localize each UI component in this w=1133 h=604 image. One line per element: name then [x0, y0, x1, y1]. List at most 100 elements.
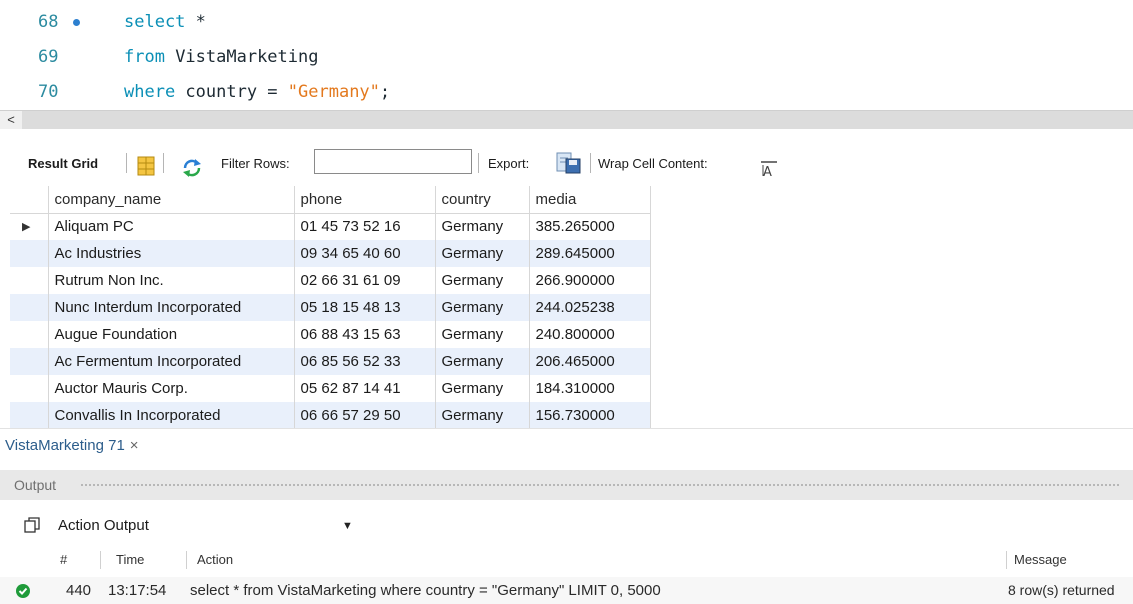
- cell-country[interactable]: Germany: [435, 321, 530, 348]
- result-grid-tab[interactable]: Result Grid: [28, 146, 98, 182]
- cell-company-name[interactable]: Ac Fermentum Incorporated: [48, 348, 295, 375]
- table-row[interactable]: Convallis In Incorporated 06 66 57 29 50…: [10, 402, 651, 429]
- sql-editor[interactable]: 68 select * 69 from VistaMarketing 70 wh…: [0, 0, 1133, 110]
- row-marker: [10, 321, 49, 348]
- cell-phone[interactable]: 01 45 73 52 16: [294, 213, 436, 240]
- row-marker: [10, 294, 49, 321]
- cell-company-name[interactable]: Aliquam PC: [48, 213, 295, 240]
- cell-media[interactable]: 206.465000: [529, 348, 651, 375]
- cell-country[interactable]: Germany: [435, 294, 530, 321]
- column-separator: [100, 551, 101, 569]
- tab-label: VistaMarketing 71: [5, 437, 125, 454]
- cell-phone[interactable]: 05 62 87 14 41: [294, 375, 436, 402]
- success-check-icon: [16, 584, 30, 598]
- export-label: Export:: [488, 156, 530, 171]
- cell-media[interactable]: 385.265000: [529, 213, 651, 240]
- column-header-media[interactable]: media: [529, 186, 651, 214]
- export-icon[interactable]: [556, 151, 582, 175]
- output-type-select[interactable]: Action Output ▼: [58, 514, 353, 538]
- code-line-69[interactable]: 69 from VistaMarketing: [0, 43, 1133, 71]
- copy-icon[interactable]: [24, 517, 40, 533]
- line-number: 68: [38, 12, 59, 32]
- scroll-left-arrow-icon[interactable]: <: [0, 111, 22, 129]
- cell-media[interactable]: 244.025238: [529, 294, 651, 321]
- table-row[interactable]: Auctor Mauris Corp. 05 62 87 14 41 Germa…: [10, 375, 651, 402]
- cell-country[interactable]: Germany: [435, 267, 530, 294]
- filter-rows-label: Filter Rows:: [221, 156, 290, 171]
- toolbar-separator: [163, 153, 164, 173]
- chevron-down-icon[interactable]: ▼: [342, 514, 353, 538]
- cell-company-name[interactable]: Rutrum Non Inc.: [48, 267, 295, 294]
- row-marker-header: [10, 186, 49, 214]
- cell-phone[interactable]: 06 66 57 29 50: [294, 402, 436, 429]
- cell-phone[interactable]: 05 18 15 48 13: [294, 294, 436, 321]
- result-grid[interactable]: company_name phone country media ▶ Aliqu…: [10, 186, 651, 429]
- cell-phone[interactable]: 06 88 43 15 63: [294, 321, 436, 348]
- cell-company-name[interactable]: Nunc Interdum Incorporated: [48, 294, 295, 321]
- sql-keyword: from: [124, 47, 165, 67]
- column-header-company-name[interactable]: company_name: [48, 186, 295, 214]
- svg-text:A: A: [763, 165, 772, 178]
- column-header-number[interactable]: #: [60, 547, 67, 573]
- column-separator: [186, 551, 187, 569]
- output-panel-header: Output: [0, 470, 1133, 500]
- table-row[interactable]: Ac Industries 09 34 65 40 60 Germany 289…: [10, 240, 651, 267]
- cell-phone[interactable]: 06 85 56 52 33: [294, 348, 436, 375]
- cell-country[interactable]: Germany: [435, 402, 530, 429]
- table-row[interactable]: Augue Foundation 06 88 43 15 63 Germany …: [10, 321, 651, 348]
- cell-phone[interactable]: 09 34 65 40 60: [294, 240, 436, 267]
- cell-country[interactable]: Germany: [435, 213, 530, 240]
- row-marker: [10, 375, 49, 402]
- cell-company-name[interactable]: Auctor Mauris Corp.: [48, 375, 295, 402]
- table-row[interactable]: Ac Fermentum Incorporated 06 85 56 52 33…: [10, 348, 651, 375]
- code-text[interactable]: where country = "Germany";: [124, 78, 390, 106]
- code-text[interactable]: select *: [124, 8, 206, 36]
- code-line-68[interactable]: 68 select *: [0, 8, 1133, 36]
- tab-vistamarketing-71[interactable]: VistaMarketing 71 ×: [5, 431, 139, 463]
- sql-text: country =: [175, 82, 288, 102]
- table-row[interactable]: ▶ Aliquam PC 01 45 73 52 16 Germany 385.…: [10, 213, 651, 240]
- cell-company-name[interactable]: Ac Industries: [48, 240, 295, 267]
- column-header-phone[interactable]: phone: [294, 186, 436, 214]
- close-icon[interactable]: ×: [130, 437, 139, 454]
- grid-layout-icon[interactable]: [137, 154, 155, 176]
- query-tab-strip: VistaMarketing 71 ×: [0, 428, 1133, 466]
- table-row[interactable]: Nunc Interdum Incorporated 05 18 15 48 1…: [10, 294, 651, 321]
- column-header-time[interactable]: Time: [116, 547, 144, 573]
- row-marker: [10, 348, 49, 375]
- log-number: 440: [66, 582, 92, 599]
- refresh-icon[interactable]: [182, 155, 202, 177]
- cell-company-name[interactable]: Convallis In Incorporated: [48, 402, 295, 429]
- filter-rows-input[interactable]: [314, 149, 472, 174]
- log-action: select * from VistaMarketing where count…: [190, 582, 661, 599]
- output-toolbar: Action Output ▼: [0, 504, 1133, 544]
- line-number: 70: [38, 82, 59, 102]
- cell-media[interactable]: 289.645000: [529, 240, 651, 267]
- column-header-country[interactable]: country: [435, 186, 530, 214]
- cell-country[interactable]: Germany: [435, 348, 530, 375]
- cell-company-name[interactable]: Augue Foundation: [48, 321, 295, 348]
- editor-horizontal-scrollbar[interactable]: <: [0, 110, 1133, 129]
- output-log-row[interactable]: 440 13:17:54 select * from VistaMarketin…: [0, 577, 1133, 604]
- output-table-header: # Time Action Message: [0, 547, 1133, 573]
- code-text[interactable]: from VistaMarketing: [124, 43, 318, 71]
- cell-media[interactable]: 240.800000: [529, 321, 651, 348]
- code-line-70[interactable]: 70 where country = "Germany";: [0, 78, 1133, 106]
- column-header-action[interactable]: Action: [197, 547, 233, 573]
- column-header-message[interactable]: Message: [1014, 547, 1067, 573]
- cell-media[interactable]: 156.730000: [529, 402, 651, 429]
- log-time: 13:17:54: [108, 582, 167, 599]
- cell-country[interactable]: Germany: [435, 375, 530, 402]
- drag-handle[interactable]: [80, 483, 1120, 487]
- cell-country[interactable]: Germany: [435, 240, 530, 267]
- toolbar-separator: [478, 153, 479, 173]
- log-message: 8 row(s) returned: [1008, 582, 1115, 598]
- table-row[interactable]: Rutrum Non Inc. 02 66 31 61 09 Germany 2…: [10, 267, 651, 294]
- cell-media[interactable]: 184.310000: [529, 375, 651, 402]
- cell-media[interactable]: 266.900000: [529, 267, 651, 294]
- grid-header-row: company_name phone country media: [10, 186, 651, 214]
- output-type-value: Action Output: [58, 517, 149, 534]
- cell-phone[interactable]: 02 66 31 61 09: [294, 267, 436, 294]
- sql-terminator: ;: [379, 82, 391, 102]
- wrap-text-icon[interactable]: A: [760, 156, 778, 180]
